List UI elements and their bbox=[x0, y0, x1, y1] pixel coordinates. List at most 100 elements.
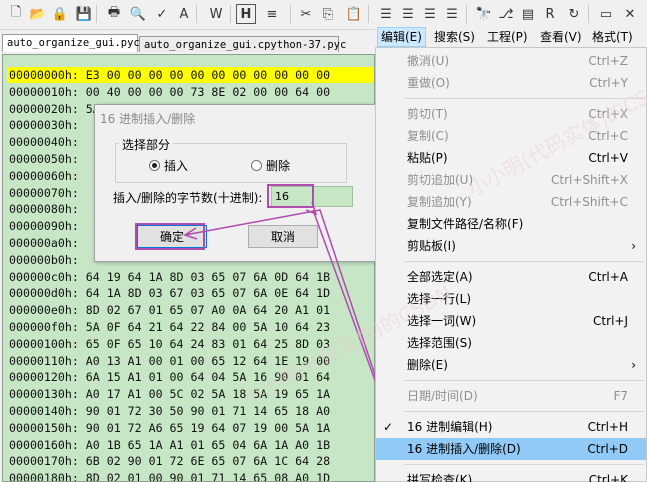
open-locked-icon[interactable]: 🔒 bbox=[50, 4, 70, 24]
menubar: 编辑(E) 搜索(S) 工程(P) 查看(V) 格式(T) bbox=[375, 27, 647, 47]
menu-item[interactable]: 剪贴板(I) › bbox=[376, 235, 646, 257]
hex-row[interactable]: 00000070h: bbox=[9, 185, 86, 201]
hex-row[interactable]: 00000010h: 00 40 00 00 00 73 8E 02 00 00… bbox=[9, 84, 330, 100]
menubar-item[interactable]: 编辑(E) bbox=[377, 27, 426, 47]
menu-item-shortcut: Ctrl+C bbox=[588, 129, 628, 143]
hex-row[interactable]: 00000100h: 65 0F 65 10 64 24 83 01 64 25… bbox=[9, 336, 330, 352]
align-justify-icon[interactable]: ☰ bbox=[442, 4, 462, 24]
menu-item[interactable]: 删除(E) › bbox=[376, 354, 646, 376]
menu-item-shortcut: Ctrl+V bbox=[588, 151, 628, 165]
print-icon[interactable]: 🖶 bbox=[104, 4, 124, 24]
menu-separator bbox=[404, 380, 644, 381]
hex-row[interactable]: 00000060h: bbox=[9, 168, 86, 184]
toolbar-separator bbox=[230, 5, 231, 23]
hex-row[interactable]: 00000050h: bbox=[9, 151, 86, 167]
ok-button[interactable]: 确定 bbox=[137, 225, 207, 248]
align-right-icon[interactable]: ☰ bbox=[420, 4, 440, 24]
insert-radio[interactable]: 插入 bbox=[149, 157, 188, 174]
menubar-item[interactable]: 搜索(S) bbox=[431, 27, 478, 47]
menu-item[interactable]: 剪切(T) Ctrl+X bbox=[376, 103, 646, 125]
menu-item-label: 复制文件路径/名称(F) bbox=[407, 217, 524, 231]
menubar-item[interactable]: 查看(V) bbox=[537, 27, 585, 47]
align-center-icon[interactable]: ☰ bbox=[398, 4, 418, 24]
menu-item[interactable]: ✓ 16 进制编辑(H) Ctrl+H bbox=[376, 416, 646, 438]
hex-row[interactable]: 00000180h: 8D 02 01 00 90 01 71 14 65 08… bbox=[9, 470, 330, 481]
hex-row[interactable]: 000000c0h: 64 19 64 1A 8D 03 65 07 6A 0D… bbox=[9, 269, 330, 285]
hex-row[interactable]: 00000140h: 90 01 72 30 50 90 01 71 14 65… bbox=[9, 403, 330, 419]
menu-item-label: 重做(O) bbox=[407, 76, 450, 90]
find-in-files-icon[interactable]: ▤ bbox=[518, 4, 538, 24]
hex-row[interactable]: 00000090h: bbox=[9, 218, 86, 234]
hex-row[interactable]: 00000160h: A0 1B 65 1A A1 01 65 04 6A 1A… bbox=[9, 437, 330, 453]
menu-item[interactable]: 撤消(U) Ctrl+Z bbox=[376, 50, 646, 72]
menu-item-shortcut: Ctrl+H bbox=[587, 420, 628, 434]
hex-mode-icon[interactable]: H bbox=[236, 4, 256, 24]
cancel-button[interactable]: 取消 bbox=[248, 225, 318, 248]
hex-row[interactable]: 00000170h: 6B 02 90 01 72 6E 65 07 6A 1C… bbox=[9, 453, 330, 469]
spellcheck-icon[interactable]: ✓ bbox=[152, 4, 172, 24]
hex-row[interactable]: 00000110h: A0 13 A1 00 01 00 65 12 64 1E… bbox=[9, 353, 330, 369]
menu-item[interactable]: 复制(C) Ctrl+C bbox=[376, 125, 646, 147]
menubar-item[interactable]: 格式(T) bbox=[589, 27, 636, 47]
hex-row[interactable]: 00000000h: E3 00 00 00 00 00 00 00 00 00… bbox=[7, 67, 374, 83]
menu-item[interactable]: 剪切追加(U) Ctrl+Shift+X bbox=[376, 169, 646, 191]
menu-item-shortcut: Ctrl+Shift+C bbox=[550, 195, 628, 209]
binoculars-replace-icon[interactable]: ⎇ bbox=[496, 4, 516, 24]
hex-row[interactable]: 000000d0h: 64 1A 8D 03 67 03 65 07 6A 0E… bbox=[9, 285, 330, 301]
menu-item[interactable]: 复制追加(Y) Ctrl+Shift+C bbox=[376, 191, 646, 213]
hex-row[interactable]: 00000040h: bbox=[9, 134, 86, 150]
hex-row[interactable]: 00000080h: bbox=[9, 201, 86, 217]
close-window-icon[interactable]: ✕ bbox=[620, 4, 640, 24]
hex-row[interactable]: 00000120h: 6A 15 A1 01 00 64 04 5A 16 90… bbox=[9, 369, 330, 385]
find-icon[interactable]: 🔭 bbox=[474, 4, 494, 24]
new-file-icon[interactable]: 🗋 bbox=[6, 4, 26, 24]
save-icon[interactable]: 💾 bbox=[74, 4, 94, 24]
menu-item-label: 剪切追加(U) bbox=[407, 173, 474, 187]
find-next-icon[interactable]: ↻ bbox=[564, 4, 584, 24]
menu-item[interactable]: 16 进制插入/删除(D) Ctrl+D bbox=[376, 438, 646, 460]
menu-item[interactable]: 重做(O) Ctrl+Y bbox=[376, 72, 646, 94]
copy-icon[interactable]: ⎘ bbox=[318, 4, 338, 24]
toolbar-separator bbox=[196, 5, 197, 23]
word-wrap-icon[interactable]: W bbox=[206, 4, 226, 24]
hex-row[interactable]: 00000130h: A0 17 A1 00 5C 02 5A 18 5A 19… bbox=[9, 386, 330, 402]
cut-icon[interactable]: ✂ bbox=[296, 4, 316, 24]
font-icon[interactable]: A bbox=[174, 4, 194, 24]
submenu-arrow-icon: › bbox=[631, 239, 636, 253]
menu-item[interactable]: 日期/时间(D) F7 bbox=[376, 385, 646, 407]
byte-count-input[interactable]: 16 bbox=[271, 186, 353, 207]
dialog-title: 16 进制插入/删除 bbox=[100, 112, 196, 126]
hex-row[interactable]: 000000b0h: bbox=[9, 252, 86, 268]
open-folder-icon[interactable]: 📂 bbox=[28, 4, 48, 24]
toolbar-separator bbox=[588, 5, 589, 23]
menu-item[interactable]: 选择一词(W) Ctrl+J bbox=[376, 310, 646, 332]
menu-item[interactable]: 全部选定(A) Ctrl+A bbox=[376, 266, 646, 288]
tab-auto-organize-gui-pyc[interactable]: auto_organize_gui.pyc bbox=[2, 34, 140, 52]
menu-item[interactable]: 拼写检查(K) Ctrl+K bbox=[376, 469, 646, 482]
tab-auto-organize-gui-cpython-37-pyc[interactable]: auto_organize_gui.cpython-37.pyc bbox=[139, 36, 346, 52]
menu-item[interactable]: 选择一行(L) bbox=[376, 288, 646, 310]
replace-icon[interactable]: R bbox=[540, 4, 560, 24]
menu-item-label: 剪切(T) bbox=[407, 107, 448, 121]
toolbar-separator bbox=[290, 5, 291, 23]
print-preview-icon[interactable]: 🔍 bbox=[128, 4, 148, 24]
window-icon[interactable]: ▭ bbox=[596, 4, 616, 24]
delete-radio[interactable]: 删除 bbox=[251, 157, 290, 174]
hex-row[interactable]: 00000150h: 90 01 72 A6 65 19 64 07 19 00… bbox=[9, 420, 330, 436]
menu-item[interactable]: 粘贴(P) Ctrl+V bbox=[376, 147, 646, 169]
menu-item-label: 粘贴(P) bbox=[407, 151, 448, 165]
menu-item-label: 全部选定(A) bbox=[407, 270, 473, 284]
menubar-item[interactable]: 工程(P) bbox=[484, 27, 531, 47]
hex-row[interactable]: 000000e0h: 8D 02 67 01 65 07 A0 0A 64 20… bbox=[9, 302, 330, 318]
submenu-arrow-icon: › bbox=[631, 358, 636, 372]
menu-item-shortcut: F7 bbox=[613, 389, 628, 403]
menu-separator bbox=[404, 411, 644, 412]
justify-icon[interactable]: ≡ bbox=[262, 4, 282, 24]
align-left-icon[interactable]: ☰ bbox=[376, 4, 396, 24]
hex-row[interactable]: 000000a0h: bbox=[9, 235, 86, 251]
hex-row[interactable]: 000000f0h: 5A 0F 64 21 64 22 84 00 5A 10… bbox=[9, 319, 330, 335]
menu-item[interactable]: 复制文件路径/名称(F) bbox=[376, 213, 646, 235]
paste-icon[interactable]: 📋 bbox=[344, 4, 364, 24]
hex-row[interactable]: 00000030h: bbox=[9, 117, 86, 133]
menu-item[interactable]: 选择范围(S) bbox=[376, 332, 646, 354]
